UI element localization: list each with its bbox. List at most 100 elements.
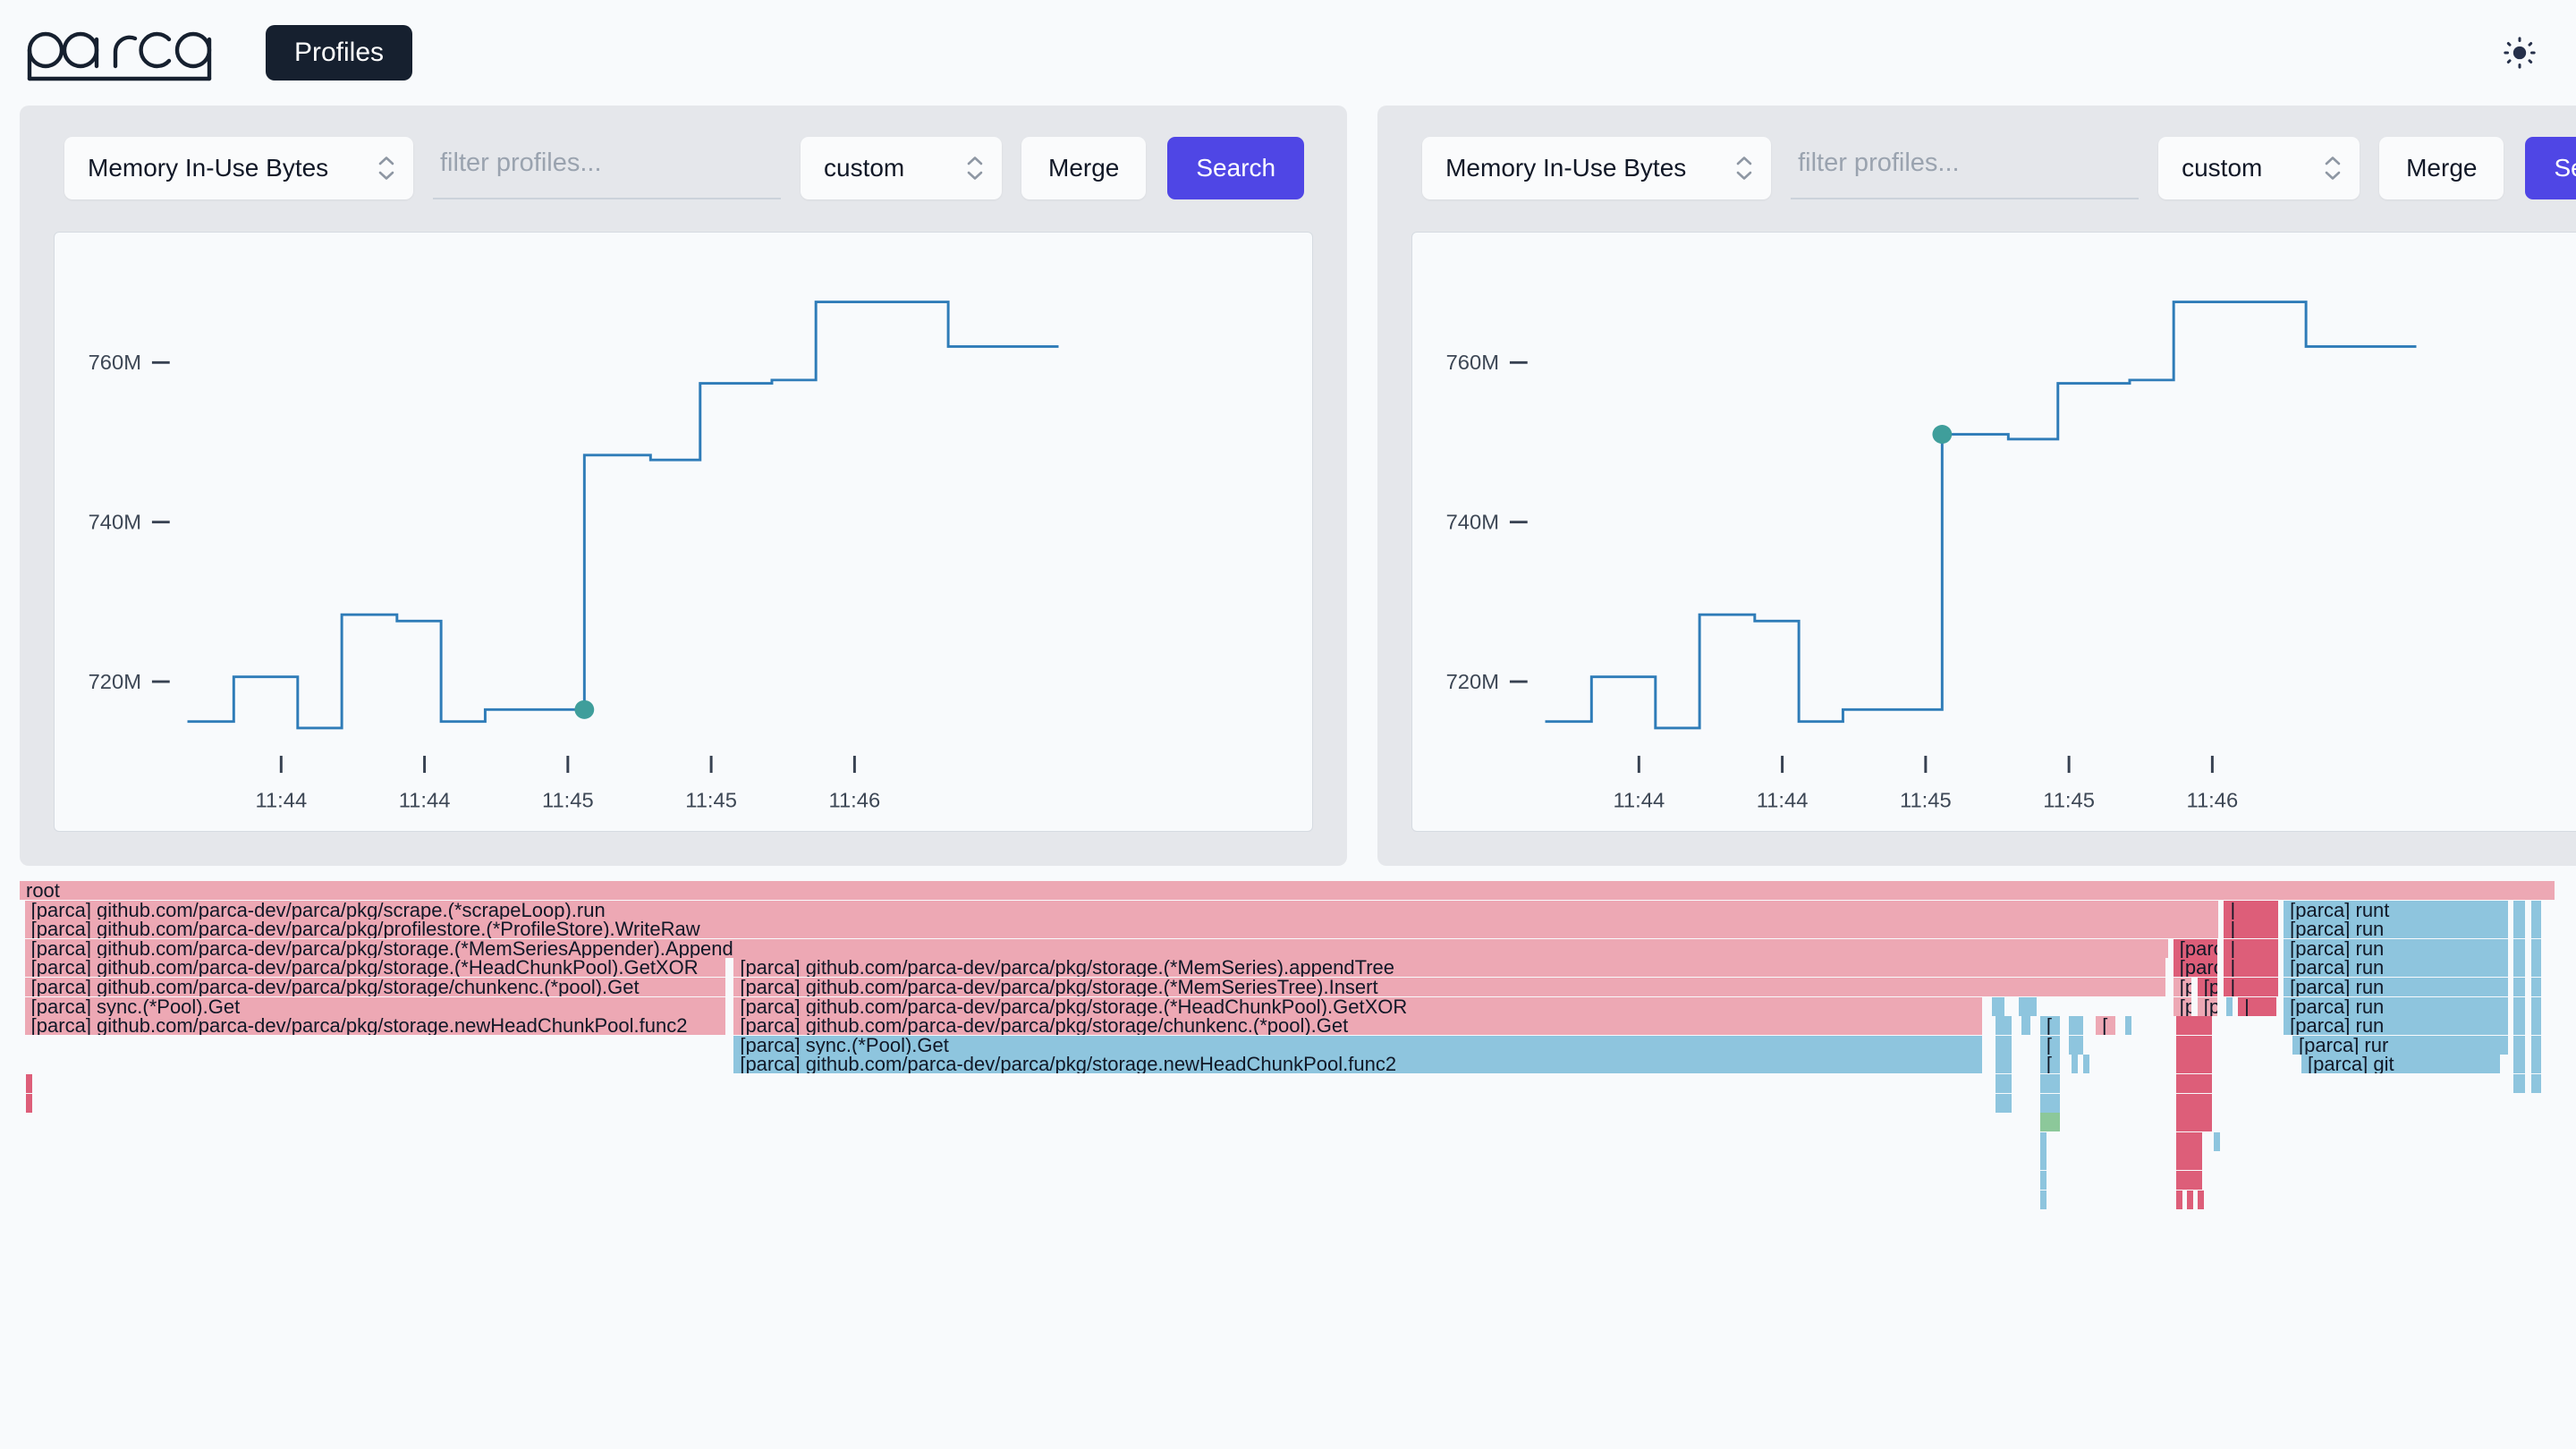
flamegraph-bar[interactable]: [parca] rur: [2292, 1036, 2507, 1055]
flamegraph-bar[interactable]: |: [2224, 919, 2277, 938]
flamegraph-bar[interactable]: [parca] github.com/parca-dev/parca/pkg/p…: [25, 919, 2219, 938]
flamegraph-bar[interactable]: [p: [2174, 997, 2192, 1016]
flamegraph-bar[interactable]: [1996, 1094, 2012, 1113]
flamegraph-bar[interactable]: [1992, 997, 2004, 1016]
flamegraph-bar[interactable]: |: [2238, 997, 2276, 1016]
flamegraph-bar[interactable]: [2531, 939, 2542, 958]
time-range-select-right[interactable]: custom: [2158, 137, 2360, 199]
flamegraph-bar[interactable]: [: [2096, 1016, 2115, 1035]
flamegraph-bar[interactable]: [2019, 997, 2038, 1016]
flamegraph-bar[interactable]: [parca] github.com/parca-dev/parca/pkg/s…: [733, 958, 2165, 977]
flamegraph-bar[interactable]: [parca]: [2174, 958, 2217, 977]
flamegraph-bar[interactable]: [2531, 978, 2542, 996]
flamegraph-bar[interactable]: [parca] github.com/parca-dev/parca/pkg/s…: [25, 978, 726, 996]
selected-profile-marker[interactable]: [1933, 425, 1953, 444]
flamegraph-bar[interactable]: [pa: [2198, 997, 2217, 1016]
flamegraph-bar[interactable]: [2513, 1016, 2526, 1035]
search-button-right[interactable]: Search: [2525, 137, 2576, 199]
flamegraph-bar[interactable]: [2513, 958, 2526, 977]
flamegraph-bar[interactable]: [2531, 958, 2542, 977]
flamegraph-bar[interactable]: [2176, 1016, 2213, 1035]
flamegraph-bar[interactable]: [2531, 919, 2542, 938]
flamegraph-bar[interactable]: [2531, 1074, 2542, 1093]
selected-profile-marker[interactable]: [574, 700, 594, 719]
flamegraph-bar[interactable]: [parca]: [2174, 939, 2217, 958]
merge-button-left[interactable]: Merge: [1021, 137, 1146, 199]
flamegraph-bar[interactable]: [26, 1074, 32, 1093]
flamegraph-bar[interactable]: [26, 1094, 32, 1113]
flamegraph-bar[interactable]: [parca] run: [2284, 997, 2507, 1016]
flamegraph-bar[interactable]: [parca] git: [2301, 1055, 2500, 1073]
flamegraph-bar[interactable]: |: [2224, 901, 2277, 919]
flamegraph-bar[interactable]: [2531, 1036, 2542, 1055]
flamegraph[interactable]: root[parca] github.com/parca-dev/parca/p…: [20, 881, 2556, 1436]
flamegraph-bar[interactable]: [parca] run: [2284, 1016, 2507, 1035]
flamegraph-bar[interactable]: [2040, 1191, 2046, 1209]
flamegraph-bar[interactable]: [2083, 1055, 2089, 1073]
flamegraph-bar[interactable]: [parca] run: [2284, 958, 2507, 977]
flamegraph-bar[interactable]: [parca] sync.(*Pool).Get: [25, 997, 726, 1016]
flamegraph-bar[interactable]: [parca] runt: [2284, 901, 2507, 919]
flamegraph-bar[interactable]: [2513, 1074, 2526, 1093]
flamegraph-bar[interactable]: [2176, 1191, 2182, 1209]
flamegraph-bar[interactable]: [2021, 1016, 2031, 1035]
flamegraph-bar[interactable]: [parca] github.com/parca-dev/parca/pkg/s…: [733, 997, 1982, 1016]
flamegraph-bar[interactable]: [: [2040, 1055, 2060, 1073]
flamegraph-bar[interactable]: [2040, 1074, 2060, 1093]
flamegraph-bar[interactable]: [2187, 1191, 2193, 1209]
flamegraph-bar[interactable]: [2531, 901, 2542, 919]
metrics-chart-right[interactable]: 720M740M760M11:4411:4411:4511:4511:46: [1411, 232, 2576, 832]
flamegraph-bar[interactable]: [parca] run: [2284, 919, 2507, 938]
flamegraph-bar[interactable]: [: [2040, 1016, 2060, 1035]
flamegraph-bar[interactable]: [parca] run: [2284, 939, 2507, 958]
metric-select-right[interactable]: Memory In-Use Bytes: [1422, 137, 1771, 199]
flamegraph-bar[interactable]: [2513, 1055, 2526, 1073]
flamegraph-bar[interactable]: [pa: [2198, 978, 2217, 996]
metrics-chart-right-svg[interactable]: 720M740M760M11:4411:4411:4511:4511:46: [1412, 233, 2576, 831]
flamegraph-bar[interactable]: [2513, 997, 2526, 1016]
filter-profiles-input-left[interactable]: [433, 137, 781, 199]
flamegraph-bar[interactable]: [2531, 1055, 2542, 1073]
filter-profiles-input-right[interactable]: [1791, 137, 2139, 199]
flamegraph-bar[interactable]: [parca] github.com/parca-dev/parca/pkg/s…: [25, 901, 2219, 919]
flamegraph-bar[interactable]: [parca] github.com/parca-dev/parca/pkg/s…: [25, 939, 2168, 958]
time-range-select-left[interactable]: custom: [801, 137, 1002, 199]
flamegraph-bar[interactable]: [2513, 978, 2526, 996]
flamegraph-bar[interactable]: [1996, 1074, 2012, 1093]
flamegraph-bar[interactable]: [parca] github.com/parca-dev/parca/pkg/s…: [25, 1016, 726, 1035]
profiles-tab-button[interactable]: Profiles: [266, 25, 412, 80]
flamegraph-bar[interactable]: [parca] github.com/parca-dev/parca/pkg/s…: [25, 958, 726, 977]
metrics-chart-left-svg[interactable]: 720M740M760M11:4411:4411:4511:4511:46: [55, 233, 1312, 831]
flamegraph-bar[interactable]: [2072, 1055, 2078, 1073]
flamegraph-bar[interactable]: [2214, 1132, 2220, 1151]
merge-button-right[interactable]: Merge: [2379, 137, 2504, 199]
flamegraph-bar[interactable]: [2176, 1151, 2202, 1170]
flamegraph-bar[interactable]: [1996, 1036, 2012, 1055]
flamegraph-bar[interactable]: [2176, 1074, 2213, 1093]
flamegraph-bar[interactable]: [2513, 939, 2526, 958]
flamegraph-bar[interactable]: [parca] run: [2284, 978, 2507, 996]
flamegraph-bar[interactable]: [2040, 1094, 2060, 1113]
search-button-left[interactable]: Search: [1167, 137, 1304, 199]
flamegraph-bar[interactable]: [2069, 1036, 2082, 1055]
flamegraph-bar[interactable]: [2040, 1151, 2046, 1170]
flamegraph-bar[interactable]: |: [2224, 958, 2277, 977]
flamegraph-bar[interactable]: [2176, 1094, 2213, 1113]
flamegraph-bar[interactable]: [2176, 1055, 2213, 1073]
flamegraph-bar[interactable]: [1996, 1016, 2012, 1035]
flamegraph-bar[interactable]: [parca] github.com/parca-dev/parca/pkg/s…: [733, 978, 2165, 996]
flamegraph-bar[interactable]: [2040, 1132, 2046, 1151]
flamegraph-bar[interactable]: [parca] github.com/parca-dev/parca/pkg/s…: [733, 1055, 1982, 1073]
flamegraph-bar[interactable]: [2125, 1016, 2131, 1035]
flamegraph-bar[interactable]: [2176, 1171, 2202, 1190]
flamegraph-bar[interactable]: [2513, 1036, 2526, 1055]
flamegraph-bar[interactable]: [2198, 1191, 2204, 1209]
flamegraph-bar[interactable]: root: [20, 881, 2555, 900]
sun-icon[interactable]: [2496, 29, 2544, 77]
flamegraph-bar[interactable]: [2040, 1113, 2060, 1131]
flamegraph-bar[interactable]: [2069, 1016, 2082, 1035]
flamegraph-bar[interactable]: |: [2224, 978, 2277, 996]
flamegraph-bar[interactable]: [: [2040, 1036, 2060, 1055]
flamegraph-bar[interactable]: [2531, 997, 2542, 1016]
flamegraph-bar[interactable]: |: [2224, 939, 2277, 958]
